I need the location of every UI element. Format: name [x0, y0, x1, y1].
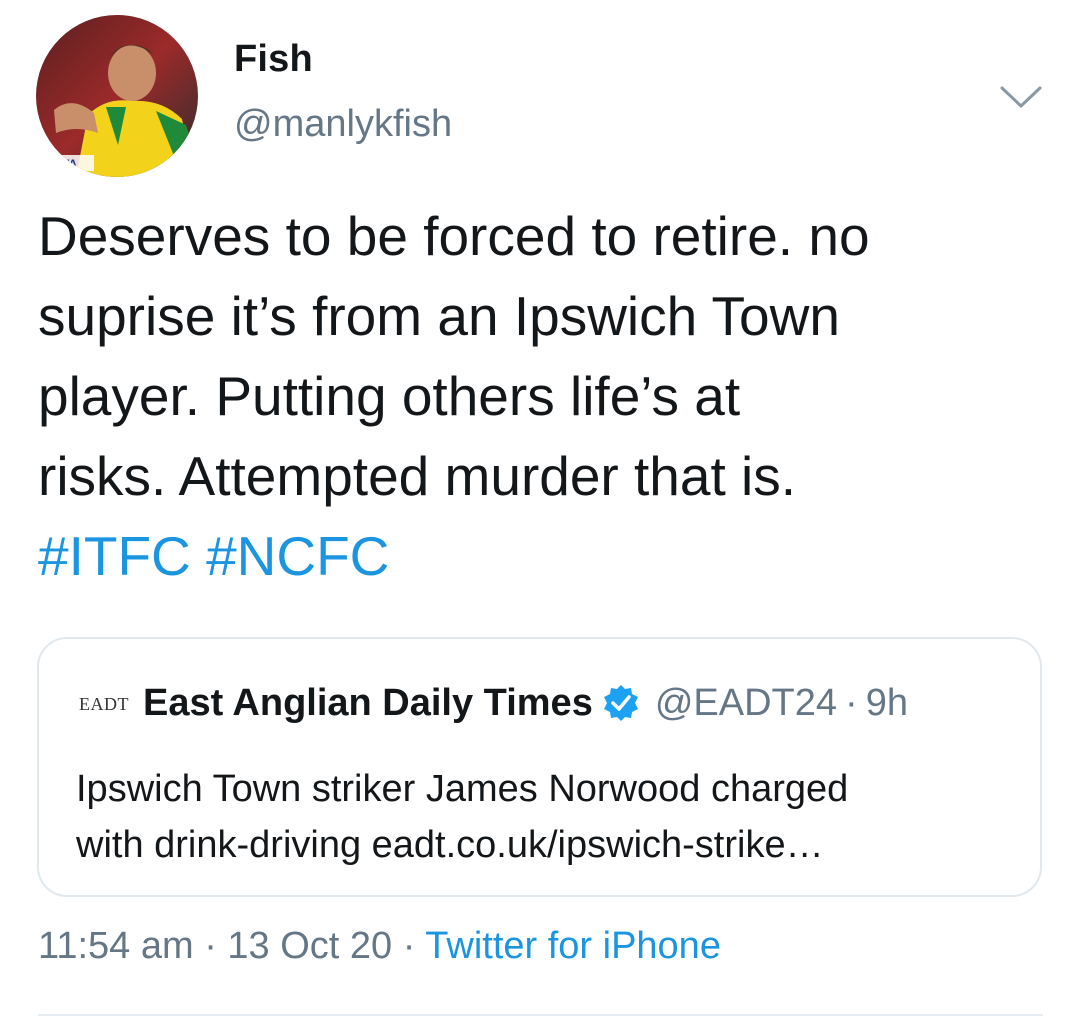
author-display-name[interactable]: Fish — [234, 38, 313, 81]
tweet-time[interactable]: 11:54 am — [38, 925, 194, 967]
tweet-text-line: risks. Attempted murder that is. — [38, 445, 797, 507]
avatar[interactable]: IVA — [36, 15, 198, 177]
tweet-metadata: 11:54 am · 13 Oct 20 · Twitter for iPhon… — [38, 925, 721, 968]
quoted-tweet-time: 9h — [865, 681, 908, 724]
divider — [38, 1014, 1043, 1016]
tweet-text-line: suprise it’s from an Ipswich Town — [38, 285, 840, 347]
quoted-author-name: East Anglian Daily Times — [143, 681, 593, 724]
eadt-logo: EADT — [79, 693, 129, 714]
quoted-tweet-text: Ipswich Town striker James Norwood charg… — [76, 761, 1026, 873]
tweet-text-line: Deserves to be forced to retire. no — [38, 205, 870, 267]
tweet-text-line: player. Putting others life’s at — [38, 365, 741, 427]
tweet-date[interactable]: 13 Oct 20 — [227, 925, 392, 967]
tweet-text: Deserves to be forced to retire. no supr… — [38, 196, 1048, 596]
separator-dot: · — [402, 925, 416, 967]
hashtag-ncfc[interactable]: #NCFC — [206, 525, 389, 587]
tweet-source-link[interactable]: Twitter for iPhone — [425, 925, 721, 967]
tweet-menu-button[interactable] — [996, 82, 1046, 112]
separator-dot: · — [845, 681, 858, 724]
hashtag-line: #ITFC #NCFC — [38, 516, 1048, 596]
quoted-tweet-card[interactable]: EADT East Anglian Daily Times @EADT24 · … — [37, 637, 1042, 897]
svg-text:IVA: IVA — [58, 157, 77, 171]
quoted-author-handle: @EADT24 — [654, 681, 838, 724]
hashtag-itfc[interactable]: #ITFC — [38, 525, 191, 587]
separator-dot: · — [204, 925, 217, 967]
profile-photo-icon: IVA — [36, 15, 198, 177]
author-handle[interactable]: @manlykfish — [234, 103, 452, 146]
verified-badge-icon — [601, 683, 641, 723]
quoted-text-line: with drink-driving eadt.co.uk/ipswich-st… — [76, 824, 824, 866]
quoted-text-line: Ipswich Town striker James Norwood charg… — [76, 768, 849, 810]
chevron-down-icon — [1000, 86, 1042, 108]
quoted-tweet-header: EADT East Anglian Daily Times @EADT24 · … — [79, 679, 908, 727]
